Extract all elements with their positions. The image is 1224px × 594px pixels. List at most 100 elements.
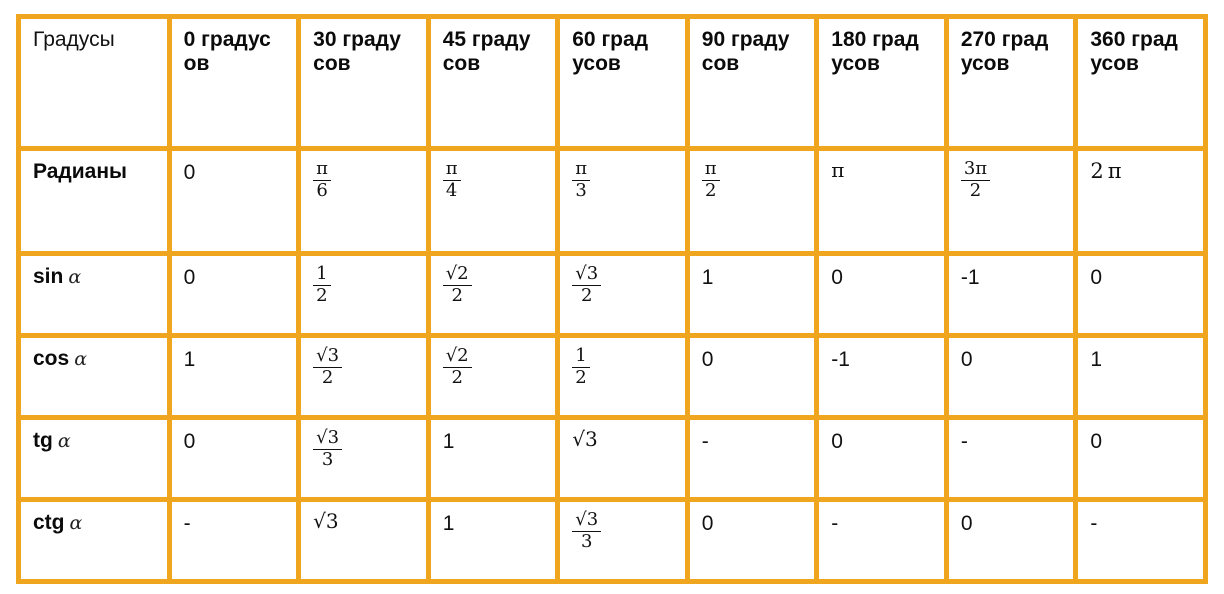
fraction-sqrt2-over-2: √2 2 (442, 346, 472, 388)
value-text: 0 (960, 512, 973, 535)
tg-label-text: tg α (33, 429, 71, 452)
header-cell-270-deg: 270 градусов (948, 14, 1079, 151)
two-pi-expression: 2π (1090, 159, 1121, 183)
fraction-one-half: 1 2 (572, 346, 590, 388)
fraction-sqrt3-over-3: √3 3 (313, 428, 343, 470)
fraction-sqrt3-over-2: √3 2 (572, 264, 602, 306)
cell-cos-60: 1 2 (560, 338, 690, 420)
fraction-numerator: 1 (313, 264, 331, 286)
value-text: 0 (701, 348, 714, 371)
value-text: 0 (183, 161, 196, 184)
row-label-sin: sin α (16, 256, 172, 338)
cell-radians-270: 3π 2 (948, 151, 1079, 256)
cell-ctg-180: - (819, 502, 949, 584)
cell-sin-45: √2 2 (430, 256, 561, 338)
value-text: 1 (442, 430, 455, 453)
table-row-radians: Радианы 0 π 6 π 4 π 3 π 2 π 3π 2 2 π (16, 151, 1208, 256)
alpha-symbol: α (57, 430, 71, 452)
fraction-denominator: 3 (580, 530, 593, 552)
header-0-deg-text: 0 градусов (183, 28, 271, 75)
fraction-denominator: 2 (969, 179, 982, 201)
header-cell-60-deg: 60 градусов (560, 14, 690, 151)
fraction-numerator: π (442, 159, 461, 181)
alpha-symbol: α (68, 266, 82, 288)
row-label-cos: cos α (16, 338, 172, 420)
cell-tg-180: 0 (819, 420, 949, 502)
header-180-deg-text: 180 градусов (831, 28, 919, 75)
fraction-pi-over-3: π 3 (572, 159, 591, 201)
cell-sin-270: -1 (948, 256, 1079, 338)
table-row-ctg: ctg α - √3 1 √3 3 0 - 0 - (16, 502, 1208, 584)
cell-radians-0: 0 (171, 151, 302, 256)
value-text: 0 (183, 430, 196, 453)
header-cell-360-deg: 360 градусов (1078, 14, 1208, 151)
fraction-denominator: 2 (575, 366, 587, 388)
cos-label-text: cos α (33, 347, 88, 370)
alpha-symbol: α (69, 512, 83, 534)
fraction-denominator: 2 (451, 366, 463, 388)
cell-ctg-30: √3 (301, 502, 431, 584)
header-cell-180-deg: 180 градусов (819, 14, 949, 151)
table-row-tg: tg α 0 √3 3 1 √3 - 0 - 0 (16, 420, 1208, 502)
fraction-numerator: √3 (572, 510, 602, 532)
fraction-numerator: √2 (442, 264, 472, 286)
fraction-denominator: 3 (575, 179, 587, 201)
fraction-denominator: 2 (451, 284, 463, 306)
cell-radians-90: π 2 (689, 151, 820, 256)
fraction-pi-over-2: π 2 (701, 159, 720, 201)
row-label-radians: Радианы (16, 151, 172, 256)
table-row-cos: cos α 1 √3 2 √2 2 1 2 0 -1 0 1 (16, 338, 1208, 420)
fraction-pi-over-4: π 4 (442, 159, 461, 201)
value-text: 1 (701, 266, 714, 289)
cell-cos-360: 1 (1078, 338, 1208, 420)
header-30-deg-text: 30 градусов (313, 28, 401, 75)
cell-ctg-60: √3 3 (560, 502, 690, 584)
header-360-deg-text: 360 градусов (1090, 28, 1178, 75)
fraction-denominator: 2 (704, 179, 717, 201)
sqrt3-symbol: √3 (313, 509, 339, 533)
header-45-deg-text: 45 градусов (442, 28, 531, 75)
fraction-numerator: √2 (442, 346, 472, 368)
fraction-one-half: 1 2 (313, 264, 331, 306)
fraction-numerator: π (572, 159, 591, 181)
cell-ctg-90: 0 (689, 502, 820, 584)
header-cell-degrees-label: Градусы (16, 14, 172, 151)
cell-radians-30: π 6 (301, 151, 431, 256)
fraction-numerator: 1 (572, 346, 590, 368)
value-text: -1 (831, 348, 850, 371)
pi-symbol: π (1107, 159, 1122, 183)
value-text: - (701, 430, 709, 453)
value-text: - (831, 512, 839, 535)
table-row-sin: sin α 0 1 2 √2 2 √3 2 1 0 -1 0 (16, 256, 1208, 338)
value-text: 0 (701, 512, 714, 535)
trigonometry-values-table: Градусы 0 градусов 30 градусов 45 градус… (16, 14, 1208, 584)
fraction-denominator: 4 (445, 179, 458, 201)
header-cell-90-deg: 90 градусов (689, 14, 820, 151)
header-270-deg-text: 270 градусов (960, 28, 1049, 75)
header-cell-45-deg: 45 градусов (430, 14, 561, 151)
cell-ctg-360: - (1078, 502, 1208, 584)
fraction-sqrt3-over-3: √3 3 (572, 510, 602, 552)
header-60-deg-text: 60 градусов (572, 28, 649, 75)
fraction-denominator: 2 (316, 284, 328, 306)
cell-radians-60: π 3 (560, 151, 690, 256)
radians-label-text: Радианы (33, 160, 127, 183)
value-text: 1 (183, 348, 196, 371)
cell-tg-30: √3 3 (301, 420, 431, 502)
fraction-sqrt2-over-2: √2 2 (442, 264, 472, 306)
row-label-tg: tg α (16, 420, 172, 502)
cell-cos-180: -1 (819, 338, 949, 420)
cell-tg-0: 0 (171, 420, 302, 502)
value-text: 0 (1090, 430, 1103, 453)
cell-radians-45: π 4 (430, 151, 561, 256)
table-header-row: Градусы 0 градусов 30 градусов 45 градус… (16, 14, 1208, 151)
value-text: 0 (1090, 266, 1103, 289)
cell-sin-0: 0 (171, 256, 302, 338)
value-text: 0 (960, 348, 973, 371)
trig-values-table-container: Градусы 0 градусов 30 градусов 45 градус… (0, 0, 1224, 594)
cell-tg-60: √3 (560, 420, 690, 502)
value-text: 0 (831, 266, 843, 289)
value-text: - (183, 512, 191, 535)
cell-ctg-0: - (171, 502, 302, 584)
value-text: 1 (442, 512, 455, 535)
